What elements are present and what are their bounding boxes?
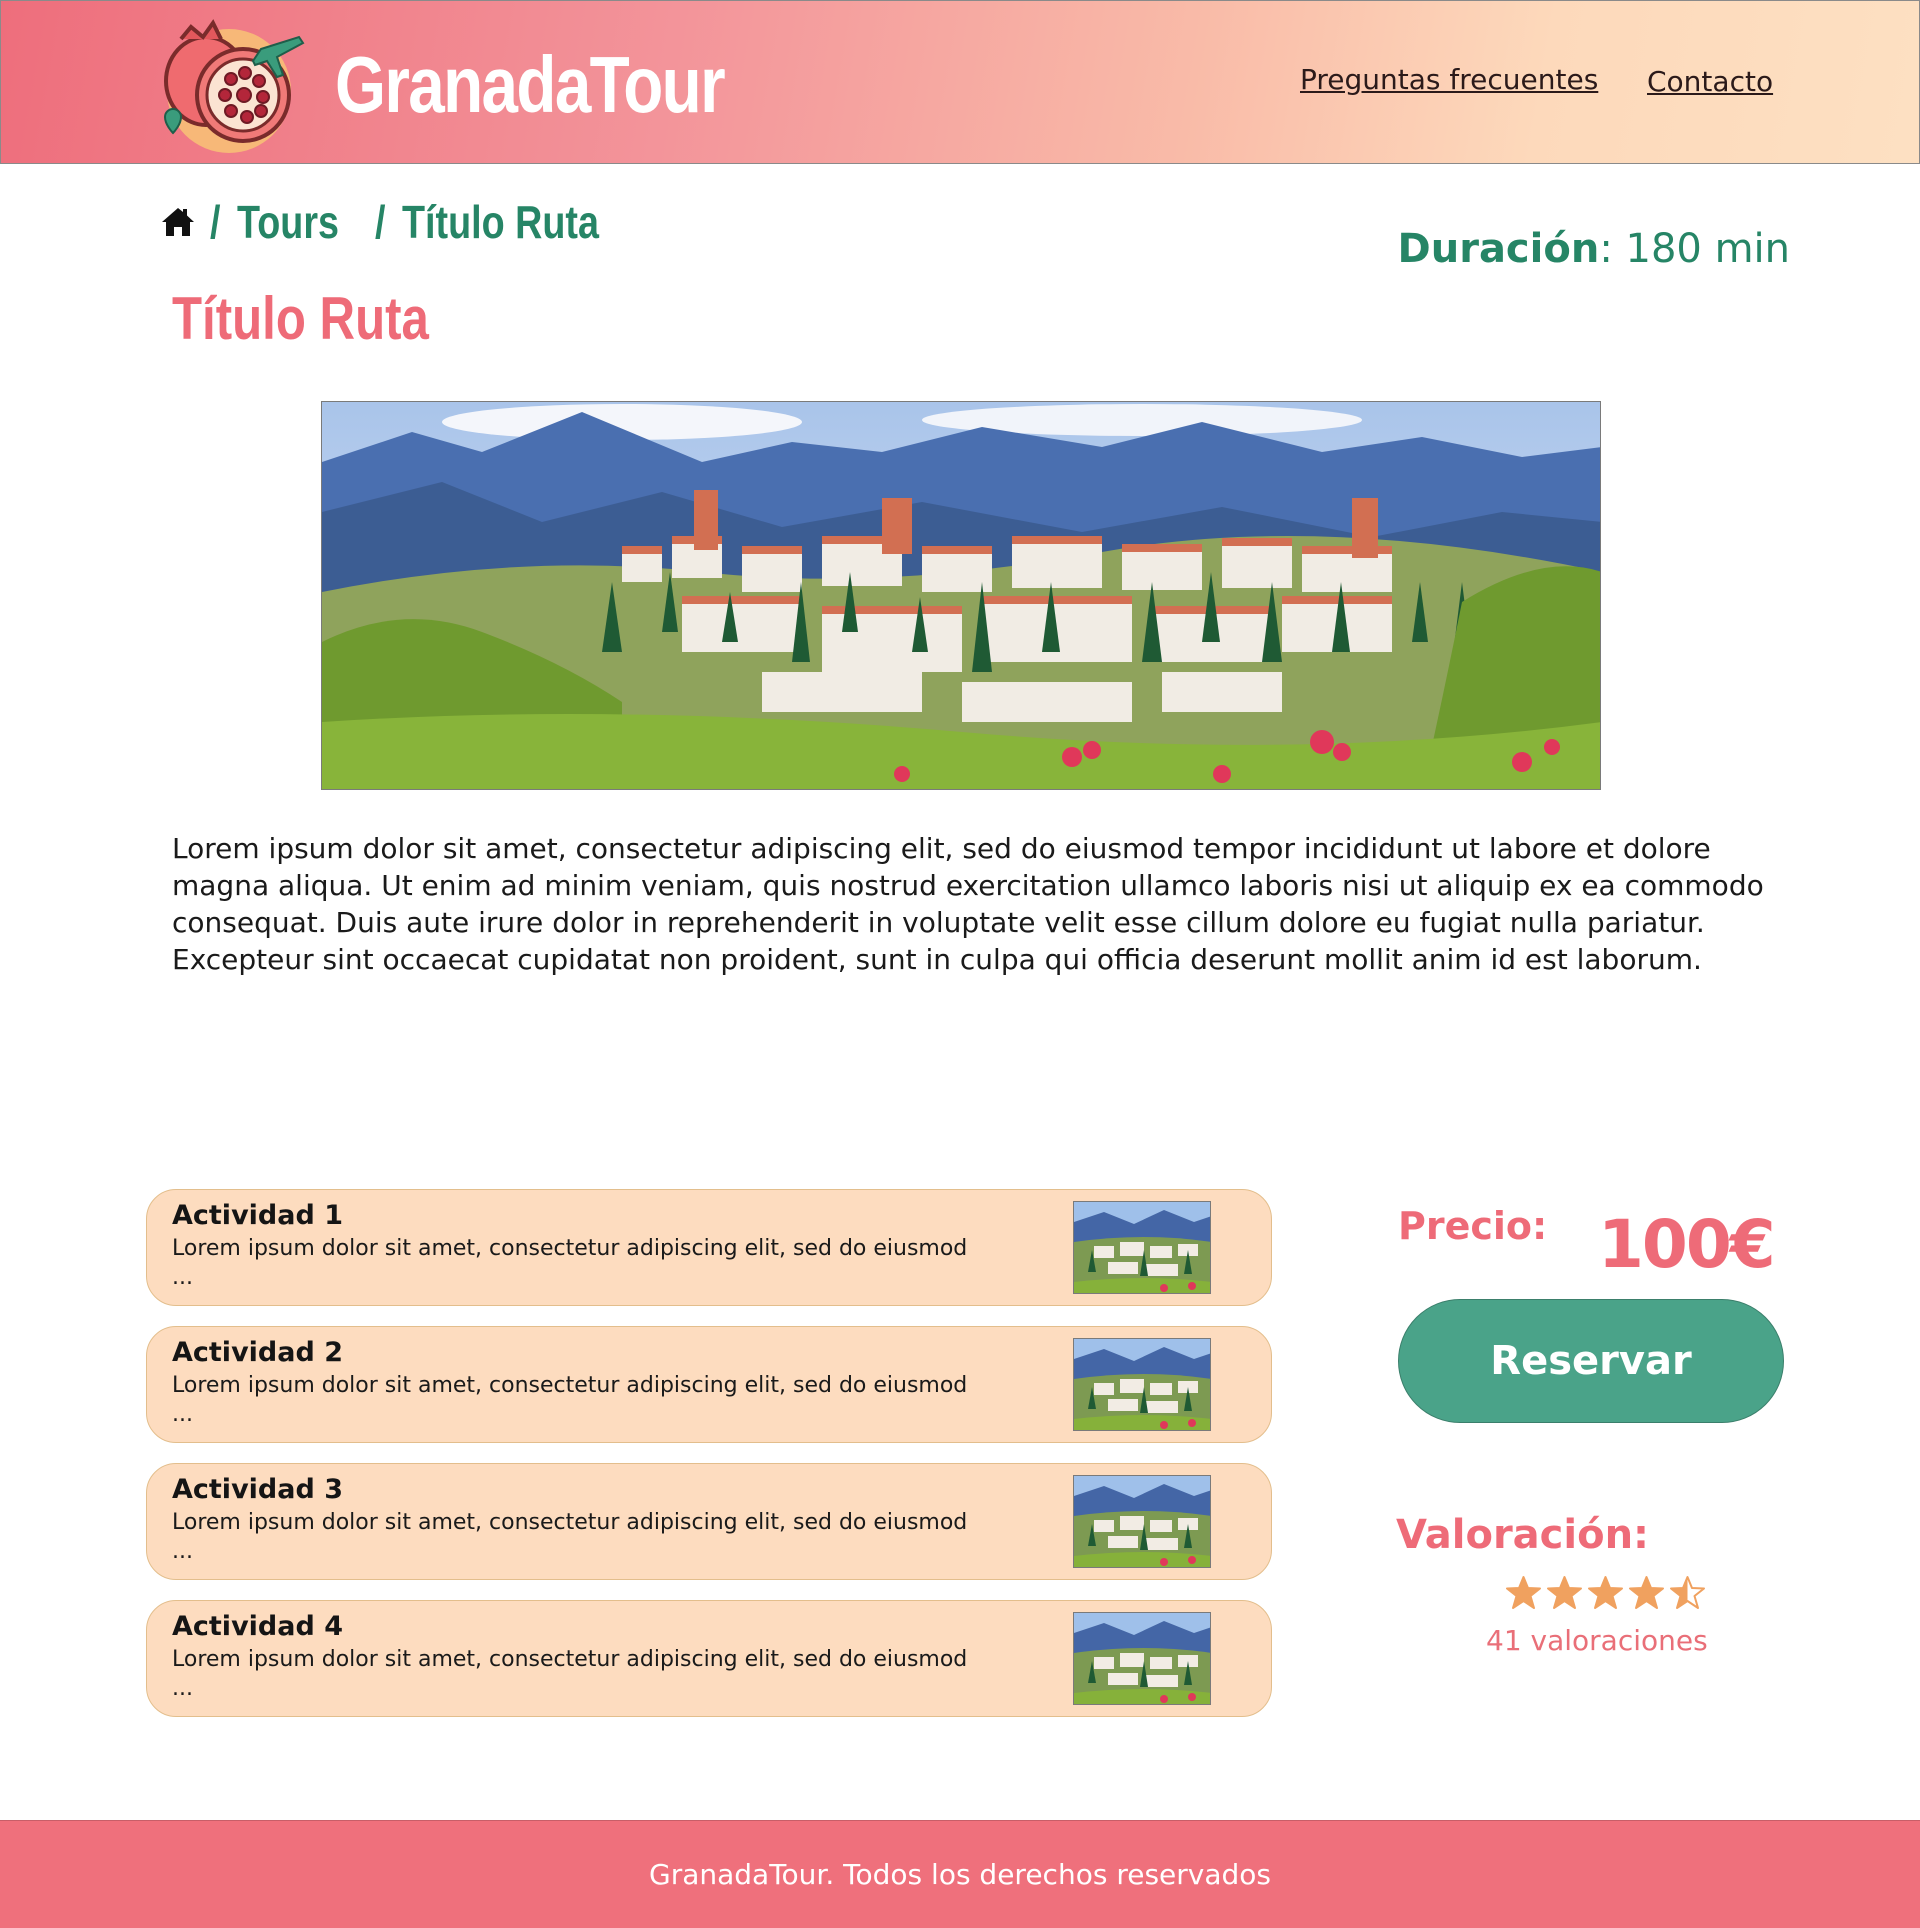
rating-count[interactable]: 41 valoraciones bbox=[1486, 1624, 1708, 1657]
activity-thumbnail bbox=[1073, 1475, 1211, 1568]
activity-card-3[interactable]: Actividad 3 Lorem ipsum dolor sit amet, … bbox=[146, 1463, 1272, 1580]
footer-text: GranadaTour. Todos los derechos reservad… bbox=[649, 1858, 1271, 1891]
reserve-button[interactable]: Reservar bbox=[1398, 1299, 1784, 1423]
activity-title: Actividad 3 bbox=[172, 1474, 343, 1505]
activity-title: Actividad 2 bbox=[172, 1337, 343, 1368]
site-header: GranadaTour Preguntas frecuentes Contact… bbox=[0, 0, 1920, 164]
star-full-icon bbox=[1588, 1576, 1623, 1609]
tour-description: Lorem ipsum dolor sit amet, consectetur … bbox=[172, 832, 1764, 976]
breadcrumb-tours[interactable]: Tours bbox=[237, 195, 339, 249]
star-full-icon bbox=[1547, 1576, 1582, 1609]
pomegranate-logo-icon[interactable] bbox=[151, 9, 311, 159]
site-footer: GranadaTour. Todos los derechos reservad… bbox=[0, 1820, 1920, 1928]
brand-name[interactable]: GranadaTour bbox=[335, 39, 726, 131]
breadcrumb-separator: / bbox=[375, 196, 386, 248]
tour-duration: Duración: 180 min bbox=[1398, 226, 1790, 272]
activity-description: Lorem ipsum dolor sit amet, consectetur … bbox=[172, 1236, 968, 1290]
activity-description: Lorem ipsum dolor sit amet, consectetur … bbox=[172, 1373, 968, 1427]
activity-title: Actividad 1 bbox=[172, 1200, 343, 1231]
rating-label: Valoración: bbox=[1396, 1512, 1650, 1558]
activity-card-1[interactable]: Actividad 1 Lorem ipsum dolor sit amet, … bbox=[146, 1189, 1272, 1306]
activity-title: Actividad 4 bbox=[172, 1611, 343, 1642]
activity-thumbnail bbox=[1073, 1338, 1211, 1431]
breadcrumb-current: Título Ruta bbox=[401, 196, 599, 248]
activity-thumbnail bbox=[1073, 1201, 1211, 1294]
hero-image bbox=[321, 401, 1601, 790]
star-full-icon bbox=[1629, 1576, 1664, 1609]
nav-faq-link[interactable]: Preguntas frecuentes bbox=[1300, 63, 1598, 96]
page-title: Título Ruta bbox=[172, 285, 429, 352]
duration-label: Duración bbox=[1397, 226, 1600, 272]
duration-value: : 180 min bbox=[1599, 226, 1790, 272]
breadcrumb-separator: / bbox=[210, 196, 221, 248]
activity-description: Lorem ipsum dolor sit amet, consectetur … bbox=[172, 1647, 968, 1701]
star-full-icon bbox=[1506, 1576, 1541, 1609]
nav-contact-link[interactable]: Contacto bbox=[1647, 65, 1773, 98]
rating-stars bbox=[1505, 1575, 1706, 1615]
activity-description: Lorem ipsum dolor sit amet, consectetur … bbox=[172, 1510, 968, 1564]
activity-card-2[interactable]: Actividad 2 Lorem ipsum dolor sit amet, … bbox=[146, 1326, 1272, 1443]
activity-thumbnail bbox=[1073, 1612, 1211, 1705]
star-half-icon bbox=[1670, 1576, 1705, 1609]
activity-card-4[interactable]: Actividad 4 Lorem ipsum dolor sit amet, … bbox=[146, 1600, 1272, 1717]
breadcrumb: / Tours / Título Ruta bbox=[160, 192, 642, 252]
price-value: 100€ bbox=[1598, 1206, 1776, 1283]
price-label: Precio: bbox=[1398, 1204, 1548, 1248]
home-icon[interactable] bbox=[160, 206, 196, 238]
